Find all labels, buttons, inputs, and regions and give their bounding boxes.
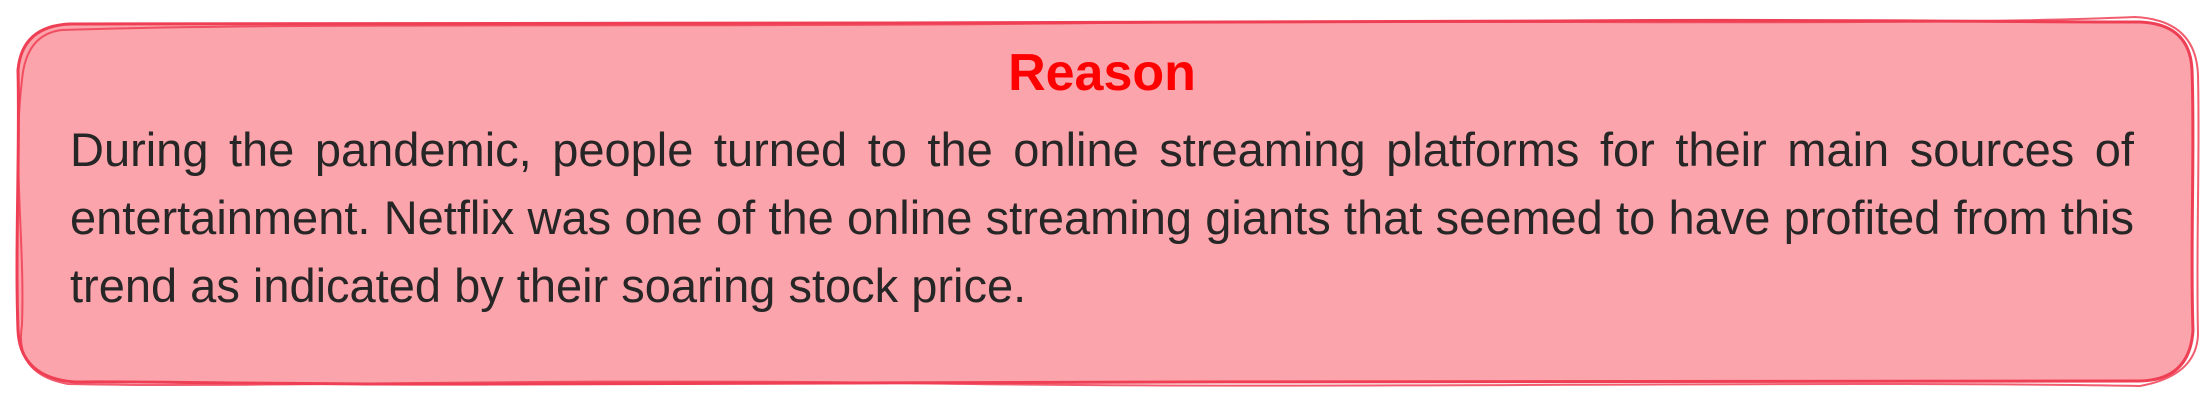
reason-callout: Reason During the pandemic, people turne…: [0, 0, 2211, 403]
callout-content: Reason During the pandemic, people turne…: [70, 30, 2134, 360]
callout-title: Reason: [1008, 44, 1196, 102]
callout-body: During the pandemic, people turned to th…: [70, 123, 2134, 312]
